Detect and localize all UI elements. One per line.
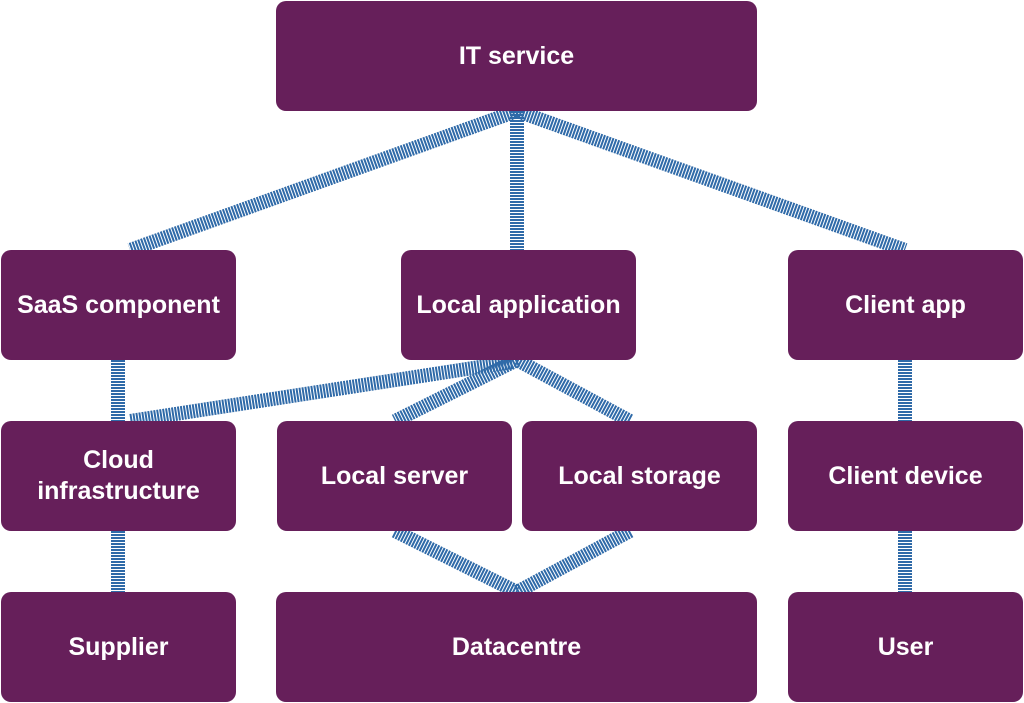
node-user: User <box>788 592 1023 702</box>
edge-local-server-to-datacentre <box>391 524 521 599</box>
node-datacentre: Datacentre <box>276 592 757 702</box>
node-cloud-infrastructure: Cloud infrastructure <box>1 421 236 531</box>
node-local-application: Local application <box>401 250 636 360</box>
node-local-storage: Local storage <box>522 421 757 531</box>
edge-local-storage-to-datacentre <box>513 524 634 599</box>
node-supplier: Supplier <box>1 592 236 702</box>
node-client-app: Client app <box>788 250 1023 360</box>
node-saas-component: SaaS component <box>1 250 236 360</box>
node-local-server: Local server <box>277 421 512 531</box>
node-client-device: Client device <box>788 421 1023 531</box>
edge-it-service-to-saas-component <box>127 104 520 257</box>
edge-local-application-to-local-server <box>391 353 521 428</box>
node-it-service: IT service <box>276 1 757 111</box>
edge-local-application-to-local-storage <box>513 353 634 428</box>
edge-it-service-to-client-app <box>514 104 908 257</box>
